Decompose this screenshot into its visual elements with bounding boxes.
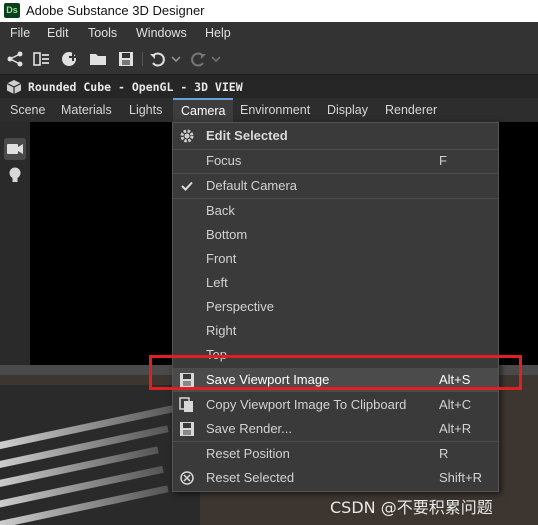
menu-item-edit-selected[interactable]: Edit Selected: [173, 124, 498, 148]
menu-edit[interactable]: Edit: [47, 26, 69, 40]
menu-item-reset-position[interactable]: Reset Position R: [173, 442, 498, 466]
toolbar-separator: [142, 52, 143, 66]
panel-title: Rounded Cube - OpenGL - 3D VIEW: [28, 80, 243, 94]
menu-item-label: Perspective: [206, 299, 274, 314]
menu-item-label: Save Render...: [206, 421, 292, 436]
panel-header: Rounded Cube - OpenGL - 3D VIEW: [0, 74, 538, 99]
checkmark-icon: [181, 181, 193, 191]
menu-help[interactable]: Help: [205, 26, 231, 40]
cube-icon: [6, 80, 22, 94]
watermark-text: CSDN @不要积累问题: [330, 498, 493, 517]
highlight-annotation-box: [149, 355, 522, 390]
viewport-side-toolbar: [0, 122, 30, 365]
open-folder-icon[interactable]: [88, 50, 108, 68]
menu-item-label: Left: [206, 275, 228, 290]
chevron-down-icon[interactable]: [166, 50, 186, 68]
copy-icon: [179, 397, 193, 412]
menu-item-front[interactable]: Front: [173, 247, 498, 271]
tab-materials[interactable]: Materials: [61, 98, 112, 122]
menu-item-bottom[interactable]: Bottom: [173, 223, 498, 247]
tab-scene[interactable]: Scene: [10, 98, 45, 122]
new-graph-icon[interactable]: [6, 50, 26, 68]
menu-item-back[interactable]: Back: [173, 199, 498, 223]
app-logo-icon: Ds: [4, 3, 20, 18]
menu-item-shortcut: Shift+R: [439, 470, 482, 485]
camera-icon: [7, 144, 23, 154]
save-icon[interactable]: [116, 50, 136, 68]
menu-item-shortcut: Alt+C: [439, 397, 472, 412]
tab-lights[interactable]: Lights: [129, 98, 162, 122]
undo-icon[interactable]: [148, 50, 168, 68]
menu-item-label: Edit Selected: [206, 128, 288, 143]
new-substance-icon[interactable]: [32, 50, 52, 68]
menu-item-perspective[interactable]: Perspective: [173, 295, 498, 319]
menu-item-right[interactable]: Right: [173, 319, 498, 343]
menu-item-label: Reset Position: [206, 446, 290, 461]
menu-item-label: Front: [206, 251, 237, 266]
menu-item-save-render[interactable]: Save Render... Alt+R: [173, 417, 498, 441]
menu-item-shortcut: R: [439, 446, 449, 461]
menu-item-shortcut: F: [439, 153, 447, 168]
menu-tools[interactable]: Tools: [88, 26, 117, 40]
menu-item-label: Copy Viewport Image To Clipboard: [206, 397, 407, 412]
tab-display[interactable]: Display: [327, 98, 368, 122]
camera-button[interactable]: [4, 138, 26, 160]
save-icon: [180, 422, 194, 436]
view-tabs: Scene Materials Lights Camera Environmen…: [0, 98, 538, 122]
new-resource-icon[interactable]: [60, 50, 80, 68]
menu-file[interactable]: File: [10, 26, 30, 40]
window-title: Adobe Substance 3D Designer: [26, 3, 205, 18]
gear-icon: [180, 129, 194, 143]
menu-windows[interactable]: Windows: [136, 26, 187, 40]
menu-item-label: Reset Selected: [206, 470, 295, 485]
menu-item-label: Default Camera: [206, 178, 298, 193]
lightbulb-icon: [9, 167, 21, 182]
reset-icon: [180, 471, 194, 485]
menu-item-default-camera[interactable]: Default Camera: [173, 174, 498, 198]
tab-renderer[interactable]: Renderer: [385, 98, 437, 122]
light-button[interactable]: [4, 164, 26, 186]
title-bar: Ds Adobe Substance 3D Designer: [0, 0, 538, 22]
menu-item-shortcut: Alt+R: [439, 421, 472, 436]
menu-item-label: Focus: [206, 153, 242, 168]
main-toolbar: [0, 44, 538, 74]
tab-environment[interactable]: Environment: [240, 98, 310, 122]
menu-item-label: Back: [206, 203, 235, 218]
chevron-down-icon[interactable]: [206, 50, 226, 68]
menu-bar: File Edit Tools Windows Help: [0, 22, 538, 44]
menu-item-copy-viewport-image[interactable]: Copy Viewport Image To Clipboard Alt+C: [173, 393, 498, 417]
menu-item-focus[interactable]: Focus F: [173, 149, 498, 173]
menu-item-label: Bottom: [206, 227, 248, 242]
menu-item-label: Right: [206, 323, 237, 338]
tab-camera[interactable]: Camera: [173, 98, 234, 122]
redo-icon[interactable]: [188, 50, 208, 68]
menu-item-reset-selected[interactable]: Reset Selected Shift+R: [173, 466, 498, 490]
camera-menu: Edit Selected Focus F Default Camera Bac…: [172, 122, 499, 492]
menu-item-left[interactable]: Left: [173, 271, 498, 295]
